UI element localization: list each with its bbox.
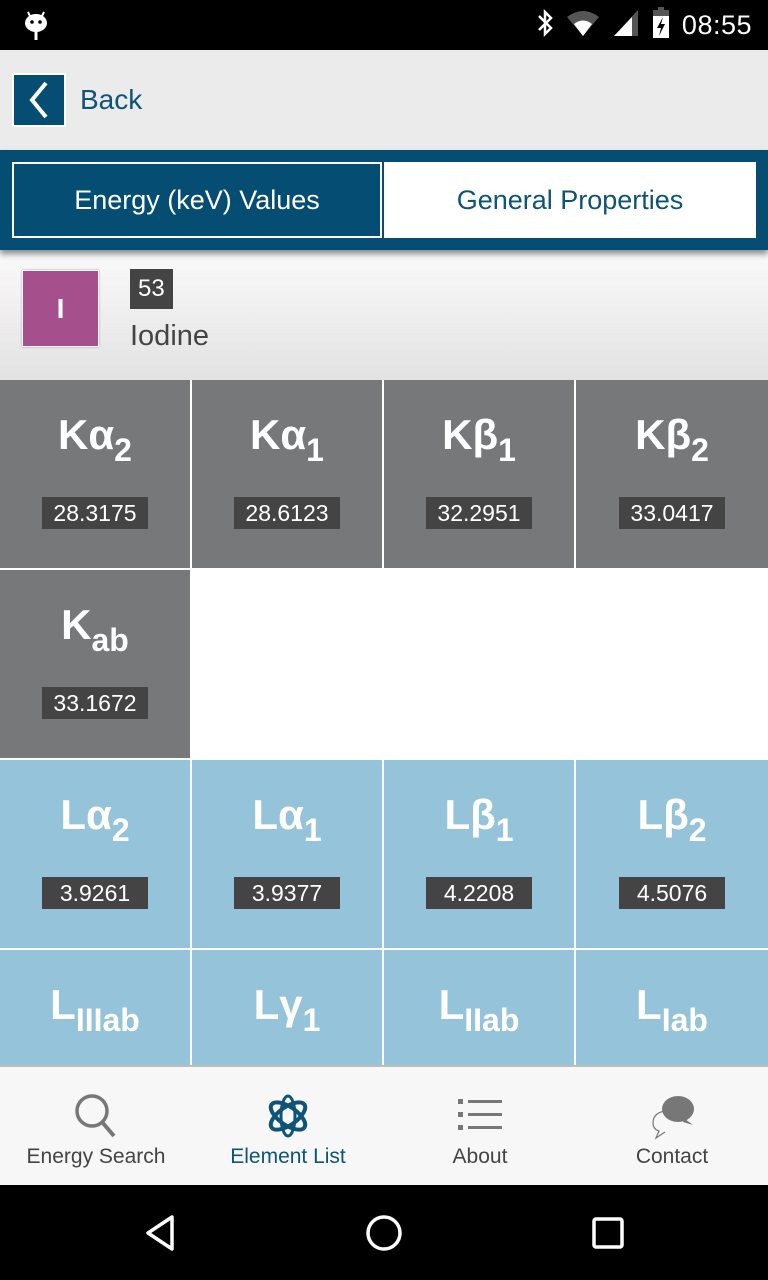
line-label: Kβ2 <box>635 411 709 468</box>
energy-cell-la1[interactable]: Lα1 3.9377 <box>192 760 382 948</box>
line-label: Kα2 <box>58 411 132 468</box>
energy-value: 28.3175 <box>42 497 148 529</box>
system-recents-icon[interactable] <box>582 1207 634 1259</box>
energy-cell-lb1[interactable]: Lβ1 4.2208 <box>384 760 574 948</box>
system-home-icon[interactable] <box>358 1207 410 1259</box>
line-label: LIIIab <box>50 981 140 1038</box>
energy-cell-la2[interactable]: Lα2 3.9261 <box>0 760 190 948</box>
search-icon <box>71 1091 121 1141</box>
energy-value: 3.9377 <box>234 877 340 909</box>
cell-signal-icon <box>612 8 640 43</box>
energy-cell-ka2[interactable]: Kα2 28.3175 <box>0 380 190 568</box>
nav-label: Energy Search <box>26 1145 166 1168</box>
energy-value: 4.5076 <box>619 877 725 909</box>
status-bar: 08:55 <box>0 0 768 50</box>
nav-about[interactable]: About <box>384 1067 576 1185</box>
energy-cell-liab[interactable]: LIab <box>576 950 768 1066</box>
system-back-icon[interactable] <box>134 1207 186 1259</box>
energy-cell-lg1[interactable]: Lγ1 <box>192 950 382 1066</box>
nav-label: Element List <box>230 1145 346 1168</box>
line-label: LIIab <box>438 981 520 1038</box>
nav-contact[interactable]: Contact <box>576 1067 768 1185</box>
energy-value: 33.0417 <box>619 497 725 529</box>
bottom-navigation: Energy Search Element List About Contact <box>0 1065 768 1185</box>
energy-cell-kab[interactable]: Kab 33.1672 <box>0 570 190 758</box>
back-label: Back <box>80 84 143 115</box>
energy-value: 32.2951 <box>426 497 532 529</box>
line-label: Lα2 <box>60 791 130 848</box>
line-label: Kβ1 <box>442 411 516 468</box>
energy-cell-liiiab[interactable]: LIIIab <box>0 950 190 1066</box>
atom-icon <box>263 1091 313 1141</box>
atomic-number-badge: 53 <box>130 269 173 309</box>
energy-line-grid: Kα2 28.3175 Kα1 28.6123 Kβ1 32.2951 Kβ2 … <box>0 380 768 1066</box>
tab-general-properties[interactable]: General Properties <box>384 162 756 238</box>
clock: 08:55 <box>681 9 752 40</box>
line-label: Lβ2 <box>637 791 707 848</box>
element-name: Iodine <box>130 320 210 352</box>
energy-value: 3.9261 <box>42 877 148 909</box>
energy-value: 33.1672 <box>42 687 148 719</box>
line-label: Kab <box>61 601 129 658</box>
wifi-icon <box>566 9 600 42</box>
battery-charging-icon <box>652 6 670 44</box>
element-symbol: I <box>22 270 99 347</box>
line-label: Lγ1 <box>253 981 321 1038</box>
nav-label: Contact <box>635 1145 709 1168</box>
energy-cell-kb2[interactable]: Kβ2 33.0417 <box>576 380 768 568</box>
line-label: Kα1 <box>250 411 324 468</box>
nav-element-list[interactable]: Element List <box>192 1067 384 1185</box>
energy-value: 28.6123 <box>234 497 340 529</box>
tab-bar: Energy (keV) Values General Properties <box>0 150 768 250</box>
energy-value: 4.2208 <box>426 877 532 909</box>
back-chevron-icon <box>12 73 66 127</box>
energy-cell-ka1[interactable]: Kα1 28.6123 <box>192 380 382 568</box>
line-label: Lβ1 <box>444 791 514 848</box>
nav-label: About <box>452 1145 508 1168</box>
chat-bubble-icon <box>647 1091 697 1141</box>
energy-cell-kb1[interactable]: Kβ1 32.2951 <box>384 380 574 568</box>
back-button[interactable]: Back <box>12 73 142 127</box>
list-icon <box>455 1091 505 1141</box>
tab-energy-values[interactable]: Energy (keV) Values <box>12 162 382 238</box>
element-header: I 53 Iodine <box>0 250 768 380</box>
line-label: LIab <box>636 981 708 1038</box>
android-debug-icon <box>22 8 50 47</box>
energy-cell-liiab[interactable]: LIIab <box>384 950 574 1066</box>
line-label: Lα1 <box>252 791 322 848</box>
navigation-bar: Back <box>0 50 768 150</box>
bluetooth-icon <box>536 8 554 43</box>
energy-cell-lb2[interactable]: Lβ2 4.5076 <box>576 760 768 948</box>
system-navigation-bar <box>0 1185 768 1280</box>
nav-energy-search[interactable]: Energy Search <box>0 1067 192 1185</box>
